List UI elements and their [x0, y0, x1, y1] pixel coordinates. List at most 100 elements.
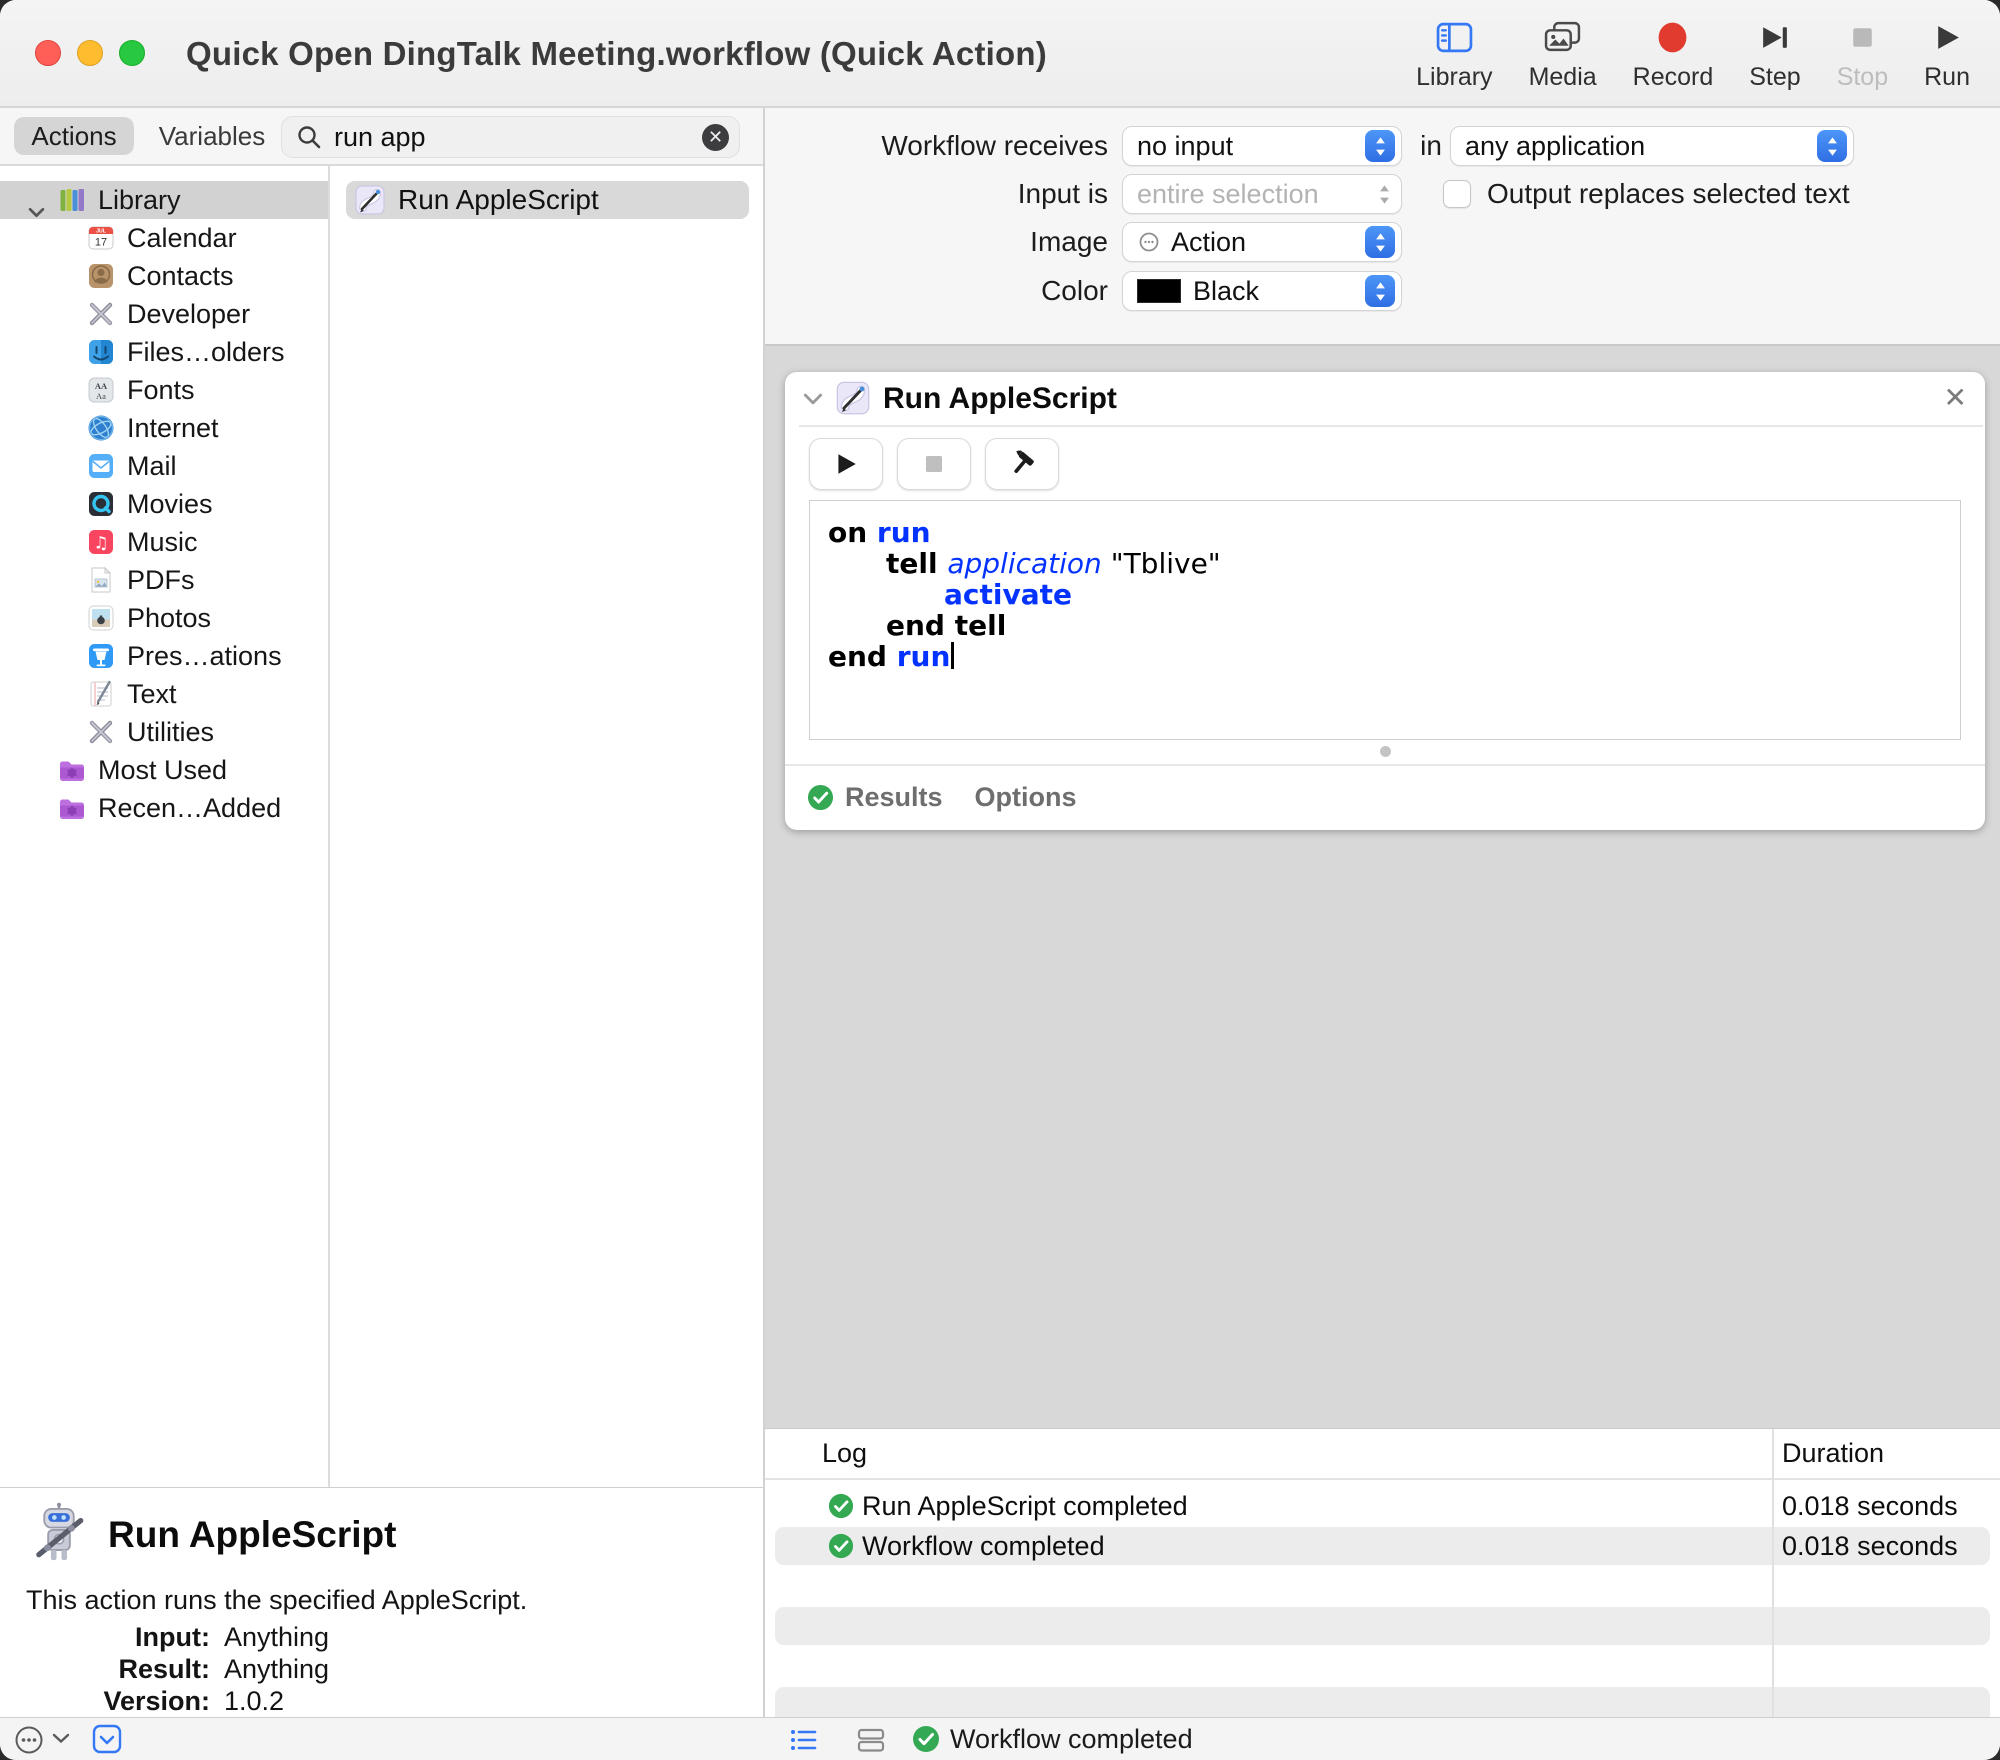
output-replaces-checkbox[interactable] [1443, 180, 1471, 208]
sidebar-item-library[interactable]: Library [0, 181, 328, 219]
sidebar-item-label: Developer [127, 299, 250, 330]
tab-actions[interactable]: Actions [14, 117, 134, 155]
log-rows-view-icon[interactable] [856, 1725, 886, 1755]
script-run-button[interactable] [809, 438, 883, 490]
sidebar-item-calendar[interactable]: JUL17Calendar [0, 219, 328, 257]
finder-icon [86, 337, 116, 367]
toolbar-label: Library [1416, 63, 1492, 92]
field-value: Anything [224, 1622, 329, 1653]
sidebar-item-label: Mail [127, 451, 177, 482]
record-toolbar-button[interactable]: Record [1615, 16, 1732, 92]
toolbar-label: Run [1924, 63, 1970, 92]
status-success-icon [912, 1725, 940, 1753]
tb-step-icon [1758, 16, 1791, 58]
log-empty-row[interactable] [765, 1686, 2000, 1717]
sidebar-item-mail[interactable]: Mail [0, 447, 328, 485]
action-card-title: Run AppleScript [883, 382, 1117, 416]
clear-search-icon[interactable]: ✕ [702, 124, 729, 151]
tab-variables[interactable]: Variables [152, 117, 272, 155]
log-list-view-icon[interactable] [788, 1725, 818, 1755]
options-toggle[interactable]: Options [975, 782, 1077, 813]
sidebar-item-fonts[interactable]: AAAaFonts [0, 371, 328, 409]
stop-toolbar-button[interactable]: Stop [1819, 16, 1906, 92]
sidebar-item-text[interactable]: Text [0, 675, 328, 713]
sidebar-item-recen-added[interactable]: Recen…Added [0, 789, 328, 827]
status-ellipsis-icon[interactable] [14, 1725, 44, 1755]
log-pane: Log Duration Run AppleScript completed0.… [765, 1428, 2000, 1717]
applescript-code-editor[interactable]: on runtell application "Tblive"activatee… [809, 500, 1961, 740]
color-label: Color [765, 275, 1108, 307]
log-empty-row[interactable] [765, 1566, 2000, 1606]
library-toolbar-button[interactable]: Library [1398, 16, 1510, 92]
tb-media-icon [1544, 16, 1581, 58]
close-action-icon[interactable]: ✕ [1944, 380, 1967, 416]
sidebar-item-label: Contacts [127, 261, 234, 292]
keynote-icon [86, 641, 116, 671]
log-header-divider [765, 1478, 2000, 1480]
sidebar-item-pres-ations[interactable]: Pres…ations [0, 637, 328, 675]
sidebar-item-label: Most Used [98, 755, 227, 786]
toolbar: Library MediaRecordStepStop Run [1398, 0, 1988, 108]
tb-record-icon [1655, 16, 1690, 58]
sidebar-item-developer[interactable]: Developer [0, 295, 328, 333]
mail-icon [86, 451, 116, 481]
run-toolbar-button[interactable]: Run [1906, 16, 1988, 92]
sidebar-item-files-olders[interactable]: Files…olders [0, 333, 328, 371]
description-field-version: Version:1.0.2 [0, 1685, 763, 1717]
sidebar-item-movies[interactable]: Movies [0, 485, 328, 523]
stepper-icon [1365, 275, 1395, 307]
row-stripe [775, 1607, 1990, 1645]
svg-text:♫: ♫ [93, 534, 108, 554]
log-empty-row[interactable] [765, 1606, 2000, 1646]
resize-handle[interactable] [1380, 746, 1391, 757]
step-toolbar-button[interactable]: Step [1731, 16, 1818, 92]
sidebar-item-most-used[interactable]: Most Used [0, 751, 328, 789]
log-entry-row[interactable]: Workflow completed0.018 seconds [765, 1526, 2000, 1566]
application-dropdown[interactable]: any application [1450, 126, 1854, 166]
log-column-divider[interactable] [1772, 1429, 1774, 1717]
sidebar-item-internet[interactable]: Internet [0, 409, 328, 447]
status-chevron-icon[interactable] [52, 1731, 70, 1749]
media-toolbar-button[interactable]: Media [1511, 16, 1615, 92]
sidebar-item-photos[interactable]: Photos [0, 599, 328, 637]
log-empty-row[interactable] [765, 1646, 2000, 1686]
search-field[interactable]: ✕ [281, 116, 740, 158]
results-toggle[interactable]: Results [845, 782, 943, 813]
search-input[interactable] [332, 121, 702, 154]
log-success-icon [828, 1533, 854, 1559]
row-stripe [775, 1647, 1990, 1685]
text-cursor [951, 642, 954, 669]
workflow-canvas: Run AppleScript ✕ on runtell application… [765, 346, 2000, 1428]
log-entry-duration: 0.018 seconds [1782, 1526, 1958, 1566]
log-entry-row[interactable]: Run AppleScript completed0.018 seconds [765, 1486, 2000, 1526]
script-compile-button[interactable] [985, 438, 1059, 490]
sidebar-item-contacts[interactable]: Contacts [0, 257, 328, 295]
action-card-header: Run AppleScript ✕ [785, 372, 1985, 425]
script-stop-button[interactable] [897, 438, 971, 490]
description-text: This action runs the specified AppleScri… [26, 1585, 527, 1616]
tb-stop-icon [1846, 16, 1879, 58]
image-dropdown[interactable]: Action [1122, 222, 1402, 262]
application-value: any application [1465, 131, 1817, 162]
workflow-receives-value: no input [1137, 131, 1365, 162]
duration-column-header: Duration [1782, 1429, 1884, 1478]
sidebar-item-label: Pres…ations [127, 641, 282, 672]
sidebar-item-music[interactable]: ♫Music [0, 523, 328, 561]
minimize-window-button[interactable] [77, 40, 103, 66]
action-item-run-applescript[interactable]: Run AppleScript [346, 181, 749, 219]
svg-text:AA: AA [95, 381, 108, 391]
code-line: end tell [828, 610, 1942, 641]
sidebar-item-pdfs[interactable]: PDFs [0, 561, 328, 599]
zoom-window-button[interactable] [119, 40, 145, 66]
disclosure-chevron-icon[interactable] [803, 392, 823, 410]
sidebar-item-utilities[interactable]: Utilities [0, 713, 328, 751]
sidebar-item-label: Utilities [127, 717, 214, 748]
close-window-button[interactable] [35, 40, 61, 66]
workflow-receives-dropdown[interactable]: no input [1122, 126, 1402, 166]
status-checkbox-icon[interactable] [92, 1724, 122, 1754]
color-swatch [1137, 279, 1181, 303]
run-applescript-action-card: Run AppleScript ✕ on runtell application… [785, 372, 1985, 830]
sidebar-item-label: Internet [127, 413, 219, 444]
pdfs-icon [86, 565, 116, 595]
color-dropdown[interactable]: Black [1122, 271, 1402, 311]
